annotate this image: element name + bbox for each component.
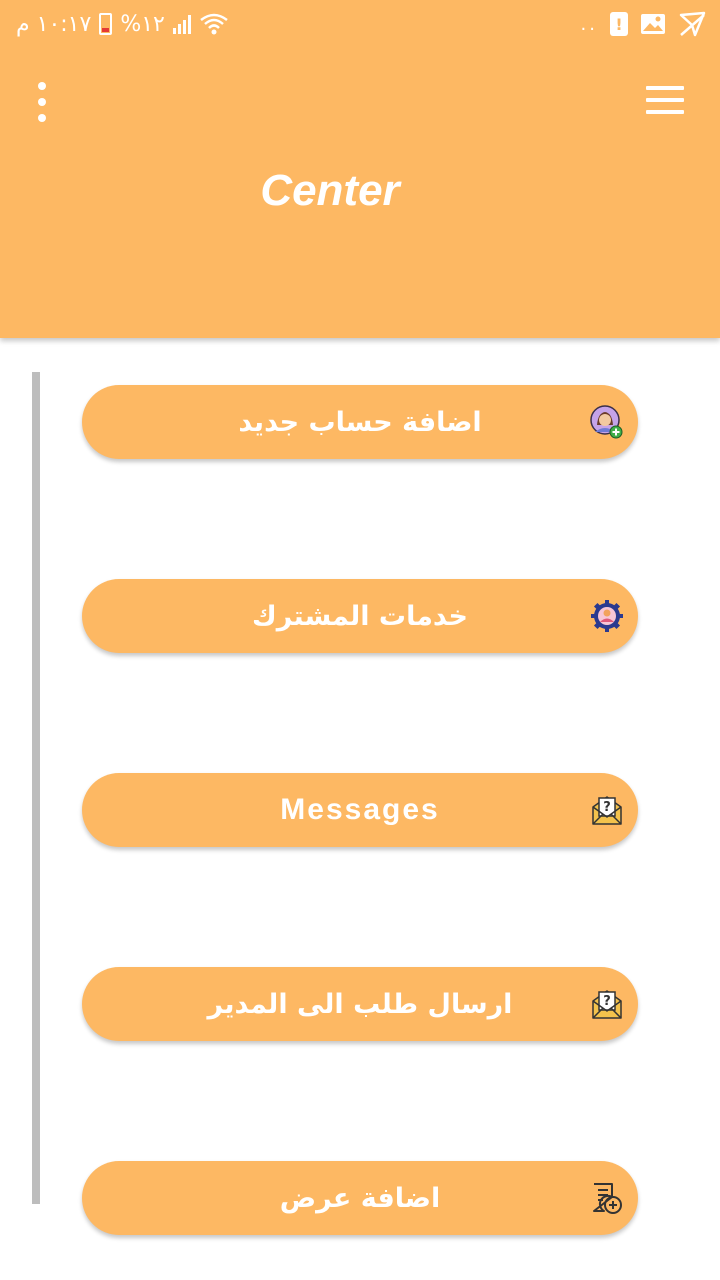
add-document-icon — [593, 1183, 622, 1214]
network-activity: .. — [580, 13, 598, 35]
add-offer-label: اضافة عرض — [279, 1182, 441, 1214]
add-user-icon — [590, 405, 623, 439]
subscriber-services-label: خدمات المشترك — [252, 600, 468, 632]
alert-icon: ! — [610, 12, 628, 36]
add-account-label: اضافة حساب جديد — [238, 406, 482, 438]
signal-icon — [172, 14, 191, 34]
add-account-button[interactable]: اضافة حساب جديد — [82, 385, 638, 459]
side-divider — [32, 372, 40, 1204]
status-time: ١٠:١٧ م — [16, 11, 92, 37]
status-left: ١٠:١٧ م %١٢ — [16, 8, 229, 40]
overflow-menu-icon[interactable] — [30, 82, 54, 122]
svg-text:?: ? — [603, 800, 611, 815]
svg-text:?: ? — [603, 994, 611, 1009]
status-right: .. ! — [581, 8, 708, 40]
messages-label: Messages — [280, 793, 440, 826]
battery-level: %١٢ — [120, 11, 165, 37]
navigation-icon — [679, 11, 706, 37]
mail-question-icon: ? — [592, 796, 622, 825]
messages-button[interactable]: Messages ? — [82, 773, 638, 847]
subscriber-services-button[interactable]: خدمات المشترك — [82, 579, 638, 653]
subscriber-settings-icon — [591, 600, 623, 632]
send-request-label: ارسال طلب الى المدير — [207, 988, 513, 1020]
mail-question-icon: ? — [592, 990, 622, 1019]
hamburger-menu-icon[interactable] — [646, 86, 684, 114]
page-title: Center — [260, 166, 400, 215]
battery-icon — [99, 13, 113, 35]
app-header: ١٠:١٧ م %١٢ .. ! Center — [0, 0, 720, 338]
image-icon — [641, 14, 665, 34]
wifi-icon — [200, 13, 228, 35]
add-offer-button[interactable]: اضافة عرض — [82, 1161, 638, 1235]
status-bar: ١٠:١٧ م %١٢ .. ! — [0, 0, 720, 48]
send-request-button[interactable]: ارسال طلب الى المدير ? — [82, 967, 638, 1041]
